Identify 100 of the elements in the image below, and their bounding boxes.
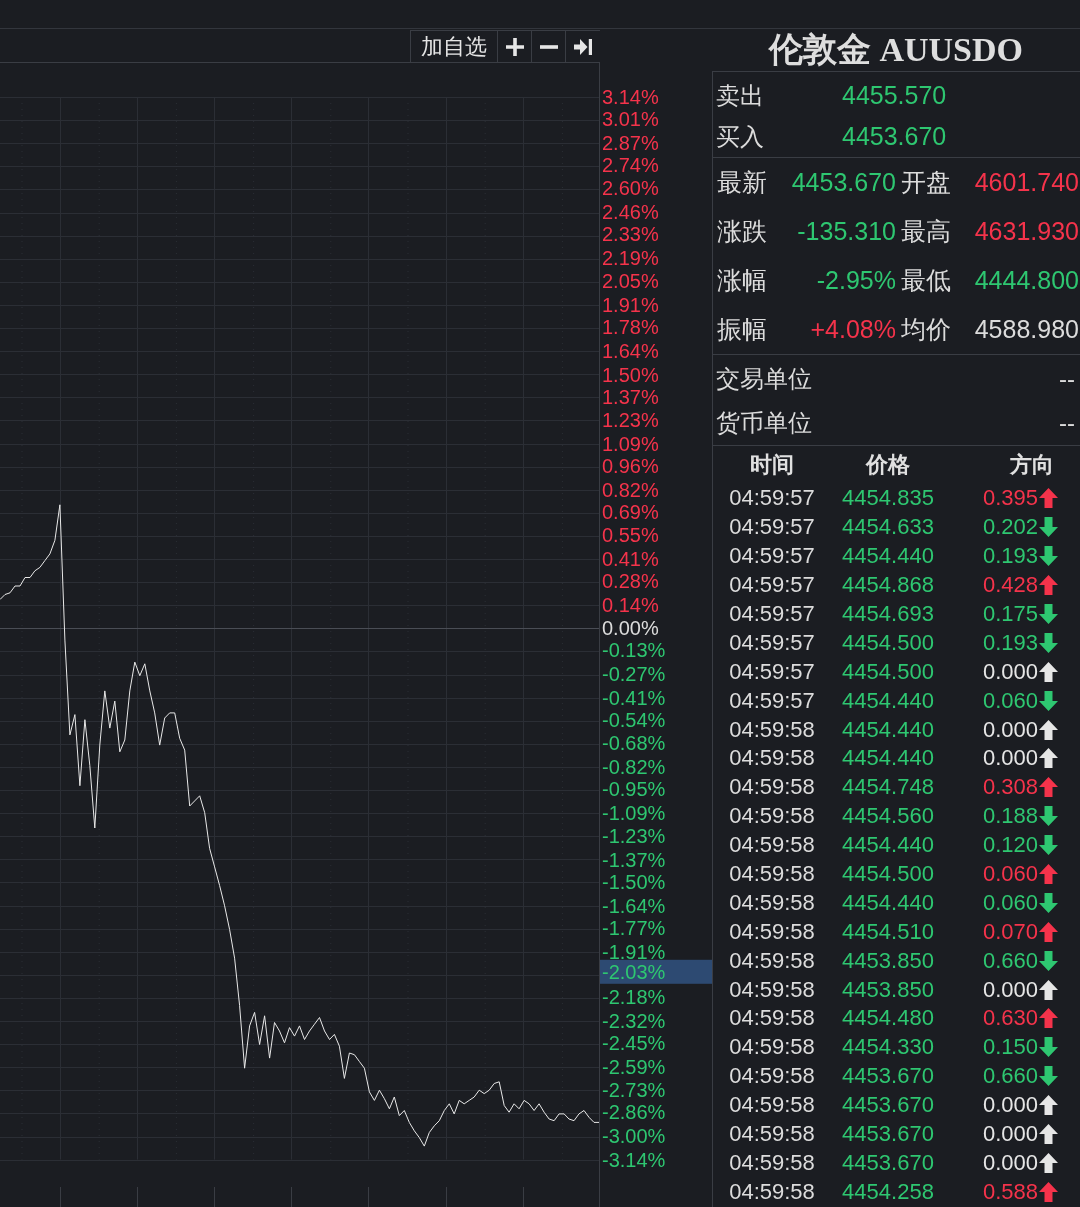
time-cell: 04:59:57 <box>729 572 815 599</box>
field-value: 4455.570 <box>842 81 947 110</box>
change-value: 0.070 <box>982 918 1038 945</box>
price-cell: 4454.560 <box>842 803 934 830</box>
axis-label: 2.46% <box>602 201 659 224</box>
change-value: 0.120 <box>982 832 1038 859</box>
time-cell: 04:59:58 <box>729 1005 815 1032</box>
price-cell: 4454.693 <box>842 601 934 627</box>
time-cell: 04:59:57 <box>729 601 815 627</box>
change-value: 0.000 <box>982 1092 1038 1119</box>
axis-label: 1.09% <box>602 432 659 455</box>
axis-label: 2.87% <box>602 131 659 154</box>
time-cell: 04:59:57 <box>729 629 815 656</box>
time-cell: 04:59:58 <box>729 947 815 974</box>
axis-label: -3.14% <box>602 1148 666 1171</box>
change-value: 0.000 <box>982 745 1038 772</box>
change-value: 0.588 <box>982 1178 1038 1205</box>
plus-icon <box>505 38 524 56</box>
change-value: 0.000 <box>982 1121 1038 1148</box>
field-label: 最低 <box>900 265 951 296</box>
field-value: -2.95% <box>816 266 896 295</box>
field-label: 涨跌 <box>717 216 768 247</box>
price-cell: 4453.670 <box>842 1092 934 1119</box>
price-cell: 4454.258 <box>842 1178 934 1205</box>
field-value: +4.08% <box>810 315 896 344</box>
time-cell: 04:59:57 <box>729 514 815 541</box>
change-value: 0.000 <box>982 1149 1038 1176</box>
axis-label: 3.14% <box>602 86 659 108</box>
axis-label: 0.00% <box>602 617 659 640</box>
time-cell: 04:59:58 <box>729 832 815 859</box>
price-cell: 4454.330 <box>842 1034 934 1061</box>
change-value: 0.000 <box>982 976 1038 1003</box>
price-cell: 4454.440 <box>842 687 934 714</box>
axis-label: -1.09% <box>602 801 666 824</box>
axis-label: -2.18% <box>602 986 666 1009</box>
change-value: 0.060 <box>982 889 1038 916</box>
add-to-watchlist-button[interactable]: 加自选 <box>411 31 498 63</box>
field-label: 最新 <box>717 167 768 198</box>
column-header: 方向 <box>1010 451 1055 479</box>
field-value: -- <box>1059 409 1075 437</box>
axis-label: -0.68% <box>602 732 666 755</box>
time-cell: 04:59:57 <box>729 485 815 512</box>
price-cell: 4454.748 <box>842 774 934 801</box>
change-value: 0.060 <box>982 861 1038 887</box>
field-value: 4453.670 <box>791 168 896 197</box>
axis-label: 0.14% <box>602 593 659 616</box>
change-value: 0.308 <box>982 774 1038 801</box>
change-value: 0.000 <box>982 716 1038 743</box>
axis-label: -0.82% <box>602 756 666 778</box>
price-cell: 4454.835 <box>842 485 934 512</box>
field-value: 4601.740 <box>974 168 1079 197</box>
axis-label: -2.86% <box>602 1101 666 1124</box>
price-cell: 4453.670 <box>842 1149 934 1176</box>
price-cell: 4454.480 <box>842 1005 934 1032</box>
axis-label: -0.95% <box>602 778 666 800</box>
axis-label: 0.28% <box>602 569 659 592</box>
change-value: 0.060 <box>982 687 1038 714</box>
field-value: 4588.980 <box>974 315 1079 344</box>
change-value: 0.630 <box>982 1005 1038 1032</box>
field-label: 最高 <box>900 216 951 247</box>
price-cell: 4454.440 <box>842 745 934 772</box>
price-cell: 4453.670 <box>842 1063 934 1090</box>
axis-label: 1.50% <box>602 363 659 386</box>
field-label: 涨幅 <box>717 265 768 296</box>
axis-label: 2.74% <box>602 153 659 176</box>
price-cell: 4453.670 <box>842 1121 934 1148</box>
axis-label: -2.73% <box>602 1079 666 1102</box>
axis-label: -0.41% <box>602 686 666 709</box>
change-value: 0.660 <box>982 1063 1038 1090</box>
price-cell: 4454.510 <box>842 918 934 945</box>
time-cell: 04:59:58 <box>729 774 815 801</box>
axis-label: 0.82% <box>602 478 659 501</box>
field-label: 振幅 <box>717 314 768 345</box>
field-label: 交易单位 <box>716 364 812 394</box>
axis-label: -2.59% <box>602 1055 666 1078</box>
change-value: 0.193 <box>982 543 1038 570</box>
change-value: 0.175 <box>982 601 1038 627</box>
change-value: 0.193 <box>982 629 1038 656</box>
field-value: 4631.930 <box>974 217 1079 246</box>
axis-label: -3.00% <box>602 1124 666 1147</box>
time-cell: 04:59:57 <box>729 687 815 714</box>
axis-label: 1.91% <box>602 294 659 317</box>
axis-label: 2.05% <box>602 270 659 293</box>
axis-label: -2.32% <box>602 1009 666 1032</box>
axis-label: -2.45% <box>602 1031 666 1054</box>
column-header: 价格 <box>866 451 910 479</box>
price-cell: 4454.440 <box>842 889 934 916</box>
price-cell: 4454.440 <box>842 716 934 743</box>
change-value: 0.660 <box>982 947 1038 974</box>
axis-label: 2.19% <box>602 246 659 269</box>
axis-label: 0.55% <box>602 524 659 547</box>
price-cell: 4454.500 <box>842 861 934 887</box>
axis-label: -1.50% <box>602 871 666 894</box>
change-value: 0.395 <box>982 485 1038 512</box>
field-label: 卖出 <box>716 80 765 111</box>
price-cell: 4454.500 <box>842 629 934 656</box>
axis-label: 1.64% <box>602 339 659 362</box>
axis-label: 1.23% <box>602 409 659 432</box>
axis-label: 2.33% <box>602 223 659 246</box>
time-cell: 04:59:58 <box>729 745 815 772</box>
